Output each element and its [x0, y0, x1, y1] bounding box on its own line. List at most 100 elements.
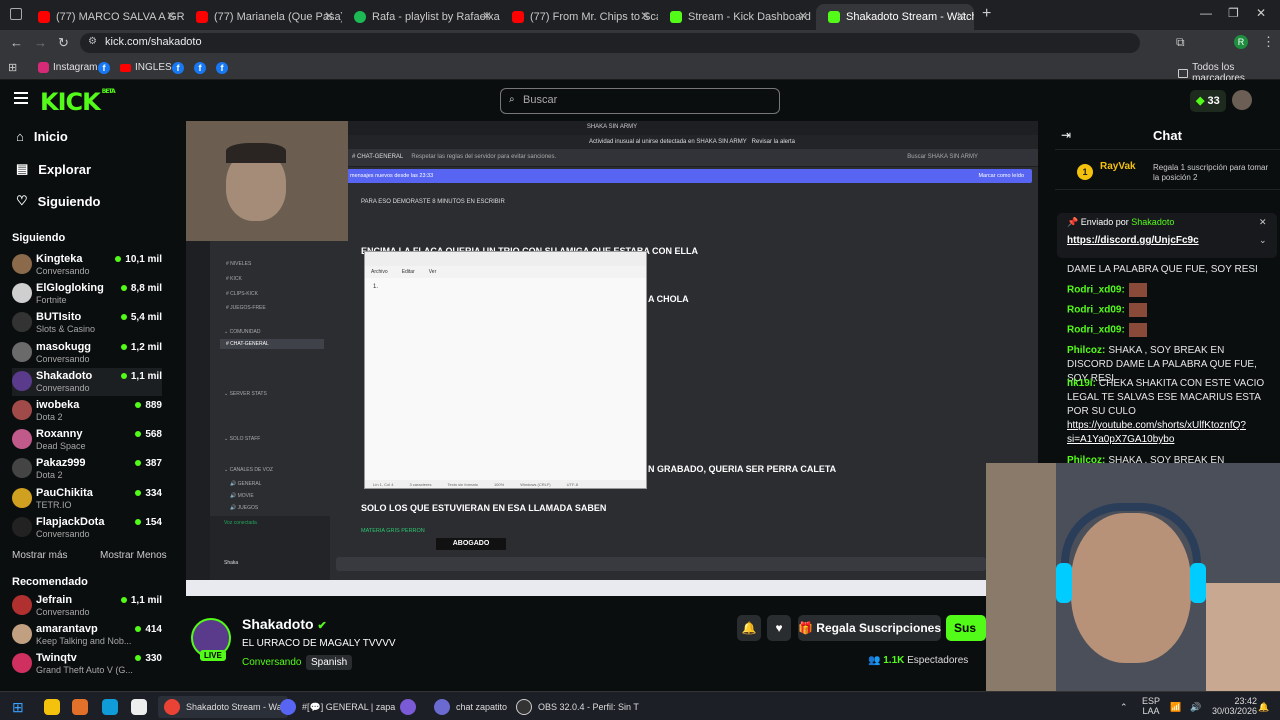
- menu-item[interactable]: Archivo: [371, 269, 388, 278]
- gift-subs-button[interactable]: 🎁 Regala Suscripciones: [798, 615, 941, 641]
- nav-home[interactable]: ⌂ Inicio: [16, 129, 68, 144]
- taskbar-chat[interactable]: chat zapatito: [434, 696, 507, 718]
- close-icon[interactable]: ✕: [956, 9, 966, 23]
- voice-channel[interactable]: 🔊 MOVIE: [230, 493, 254, 499]
- sidebar-channel[interactable]: iwobeka Dota 2 889: [12, 397, 162, 425]
- taskbar-app[interactable]: [44, 696, 60, 718]
- bookmark-ingles[interactable]: INGLES: [120, 62, 172, 73]
- url-input[interactable]: ⚙ kick.com/shakadoto: [80, 33, 1140, 53]
- volume-icon[interactable]: 🔊: [1190, 696, 1201, 718]
- minimize-button[interactable]: —: [1200, 6, 1212, 20]
- voice-channel[interactable]: 🔊 JUEGOS: [230, 505, 258, 511]
- notification-bell-button[interactable]: 🔔: [737, 615, 761, 641]
- nav-explore[interactable]: ▤ Explorar: [16, 161, 91, 177]
- pinned-link[interactable]: https://discord.gg/UnjcFc9c: [1067, 235, 1199, 246]
- taskbar-obs[interactable]: OBS 32.0.4 - Perfil: Sin T: [516, 696, 639, 718]
- top-gifter-name[interactable]: RayVak: [1100, 161, 1136, 172]
- hamburger-icon[interactable]: [14, 92, 28, 104]
- back-icon[interactable]: ←: [10, 35, 23, 50]
- clock[interactable]: 23:42 30/03/2026: [1212, 696, 1257, 718]
- maximize-button[interactable]: ❐: [1228, 6, 1239, 20]
- notepad-text[interactable]: 1.: [365, 278, 646, 290]
- bookmark-facebook[interactable]: f: [216, 62, 228, 74]
- new-tab-button[interactable]: +: [982, 5, 991, 23]
- sidebar-channel[interactable]: Jefrain Conversando 1,1 mil: [12, 592, 162, 620]
- chat-username[interactable]: Rodri_xd09:: [1067, 285, 1125, 296]
- sidebar-channel[interactable]: BUTIsito Slots & Casino 5,4 mil: [12, 309, 162, 337]
- menu-item[interactable]: Editar: [402, 269, 415, 278]
- channel-item[interactable]: # JUEGOS-FREE: [226, 305, 266, 311]
- notifications-icon[interactable]: 🔔: [1258, 696, 1269, 718]
- sidebar-channel[interactable]: FlapjackDota Conversando 154: [12, 514, 162, 542]
- language-tag[interactable]: Spanish: [306, 655, 353, 670]
- channel-item-active[interactable]: # CHAT-GENERAL: [220, 339, 324, 349]
- bookmark-facebook[interactable]: f: [172, 62, 184, 74]
- tab-search-icon[interactable]: [10, 8, 22, 20]
- browser-tab[interactable]: Stream - Kick Dashboard ✕: [658, 4, 816, 30]
- sidebar-channel[interactable]: masokugg Conversando 1,2 mil: [12, 339, 162, 367]
- taskbar-chrome[interactable]: Shakadoto Stream - Wa: [158, 696, 288, 718]
- channel-item[interactable]: # KICK: [226, 276, 242, 282]
- channel-item[interactable]: # NIVELES: [226, 261, 251, 267]
- profile-avatar[interactable]: R: [1234, 35, 1248, 49]
- start-button[interactable]: ⊞: [12, 696, 24, 718]
- browser-tab[interactable]: (77) MARCO SALVA A GRACE D✕: [26, 4, 184, 30]
- mark-read-button[interactable]: Marcar como leído: [978, 173, 1024, 179]
- site-info-icon[interactable]: ⚙: [88, 36, 97, 47]
- chat-username[interactable]: hk19i:: [1067, 378, 1096, 389]
- kicks-balance[interactable]: ◆ 33: [1190, 90, 1226, 112]
- sidebar-channel[interactable]: Pakaz999 Dota 2 387: [12, 455, 162, 483]
- close-window-button[interactable]: ✕: [1256, 6, 1266, 20]
- close-icon[interactable]: ✕: [324, 9, 334, 23]
- chat-username[interactable]: Rodri_xd09:: [1067, 305, 1125, 316]
- extensions-icon[interactable]: ⧉: [1176, 35, 1185, 50]
- sidebar-channel[interactable]: ElGlogloking Fortnite 8,8 mil: [12, 280, 162, 308]
- menu-icon[interactable]: ⋮: [1262, 34, 1275, 50]
- taskbar-app[interactable]: [400, 696, 416, 718]
- bookmark-facebook[interactable]: f: [98, 62, 110, 74]
- search-input[interactable]: ⌕ Buscar: [500, 88, 780, 114]
- tray-chevron-icon[interactable]: ⌃: [1120, 696, 1128, 718]
- browser-tab[interactable]: Rafa - playlist by RafaelxarecI✕: [342, 4, 500, 30]
- voice-channel[interactable]: 🔊 GENERAL: [230, 481, 262, 487]
- channel-name[interactable]: Shakadoto: [242, 616, 314, 632]
- stream-category[interactable]: Conversando: [242, 657, 301, 668]
- chat-username[interactable]: Philcoz:: [1067, 345, 1105, 356]
- browser-tab[interactable]: (77) Marianela (Que Pasa) (Exte✕: [184, 4, 342, 30]
- new-messages-bar[interactable]: mensajes nuevos desde las 23:33 Marcar co…: [346, 169, 1032, 183]
- show-less-button[interactable]: Mostrar Menos: [100, 550, 167, 561]
- sidebar-channel[interactable]: Twinqtv Grand Theft Auto V (G... 330: [12, 650, 162, 678]
- bookmark-facebook[interactable]: f: [194, 62, 206, 74]
- input-language[interactable]: ESP LAA: [1142, 696, 1160, 718]
- close-icon[interactable]: ✕: [482, 9, 492, 23]
- close-icon[interactable]: ✕: [798, 9, 808, 23]
- forward-icon[interactable]: →: [34, 35, 47, 50]
- follow-button[interactable]: ♥: [767, 615, 791, 641]
- show-more-button[interactable]: Mostrar más: [12, 550, 68, 561]
- nav-following[interactable]: ♡ Siguiendo: [16, 193, 101, 209]
- alert-link[interactable]: Revisar la alerta: [752, 139, 795, 145]
- close-icon[interactable]: ✕: [640, 9, 650, 23]
- apps-icon[interactable]: ⊞: [8, 61, 17, 74]
- chevron-down-icon[interactable]: ⌄: [1259, 235, 1267, 246]
- chat-username[interactable]: Rodri_xd09:: [1067, 325, 1125, 336]
- user-avatar[interactable]: [1232, 90, 1252, 110]
- browser-tab[interactable]: (77) From Mr. Chips to Scarface✕: [500, 4, 658, 30]
- taskbar-app[interactable]: [131, 696, 147, 718]
- sidebar-channel[interactable]: Kingteka Conversando 10,1 mil: [12, 251, 162, 279]
- channel-item[interactable]: # CLIPS-KICK: [226, 291, 258, 297]
- subscribe-button[interactable]: Sus: [946, 615, 986, 641]
- menu-item[interactable]: Ver: [429, 269, 437, 278]
- browser-tab-active[interactable]: Shakadoto Stream - Watch ✕: [816, 4, 974, 30]
- discord-search[interactable]: Buscar SHAKA SIN ARMY: [907, 154, 978, 160]
- gift-prompt[interactable]: Regala 1 suscripción para tomar la posic…: [1153, 163, 1273, 183]
- close-icon[interactable]: ✕: [166, 9, 176, 23]
- taskbar-app[interactable]: [102, 696, 118, 718]
- sidebar-channel[interactable]: Roxanny Dead Space 568: [12, 426, 162, 454]
- reload-icon[interactable]: ↻: [58, 35, 69, 51]
- taskbar-discord[interactable]: #[💬] GENERAL | zapa: [280, 696, 395, 718]
- sidebar-channel[interactable]: PauChikita TETR.IO 334: [12, 485, 162, 513]
- wifi-icon[interactable]: 📶: [1170, 696, 1181, 718]
- unpin-icon[interactable]: ✕: [1259, 217, 1267, 228]
- taskbar-app[interactable]: [72, 696, 88, 718]
